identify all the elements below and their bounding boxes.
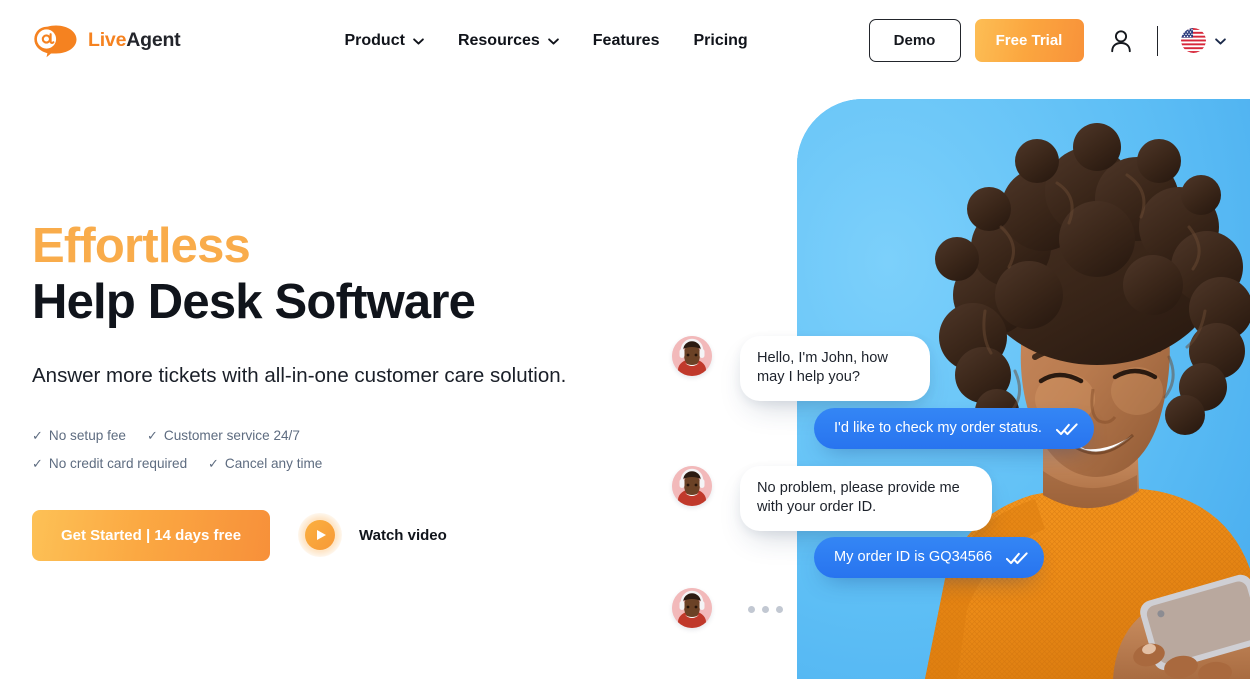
logo-text: LiveAgent: [88, 29, 181, 52]
feature-label: Customer service 24/7: [163, 427, 300, 443]
site-header: LiveAgent Product Resources Features Pri…: [0, 0, 1250, 81]
feature-label: No credit card required: [48, 455, 188, 471]
speech-bubble-at-icon: [34, 25, 77, 57]
us-flag-icon: [1181, 28, 1206, 53]
logo-text-live: Live: [88, 29, 127, 51]
chat-message-text: I'd like to check my order status.: [834, 420, 1042, 436]
page-title: Effortless Help Desk Software: [32, 219, 672, 329]
double-check-icon: [1006, 551, 1028, 564]
chat-message-text: No problem, please provide me with your …: [757, 480, 960, 515]
feature-label: Cancel any time: [224, 455, 323, 471]
typing-dot: [748, 605, 755, 613]
double-check-icon: [1056, 422, 1078, 435]
check-icon: ✓: [32, 427, 43, 443]
feature-row: ✓ No credit card required ✓ Cancel any t…: [32, 450, 672, 478]
agent-avatar-headset-icon: [672, 466, 712, 506]
feature-item-cancel-any-time: ✓ Cancel any time: [208, 450, 322, 478]
chat-message-agent-1: Hello, I'm John, how may I help you?: [672, 336, 930, 401]
chat-bubble-agent: Hello, I'm John, how may I help you?: [740, 336, 930, 401]
logo[interactable]: LiveAgent: [32, 24, 181, 58]
play-button-halo: [298, 513, 342, 558]
landing-page: Hello, I'm John, how may I help you? I'd…: [0, 0, 1250, 679]
nav-label: Features: [592, 31, 660, 49]
feature-item-customer-service: ✓ Customer service 24/7: [147, 422, 300, 450]
chat-typing-indicator-row: [672, 588, 783, 628]
chevron-down-icon: [413, 38, 424, 45]
agent-avatar: [672, 336, 712, 376]
cta-group: Get Started | 14 days free Watch video: [32, 509, 672, 561]
headline-accent: Effortless: [32, 219, 251, 273]
watch-video-label: Watch video: [359, 526, 447, 544]
chat-message-user-1: I'd like to check my order status.: [814, 408, 1094, 449]
main-navigation: Product Resources Features Pricing: [344, 32, 747, 50]
headline-main: Help Desk Software: [32, 274, 476, 329]
language-selector[interactable]: [1181, 28, 1226, 53]
chat-message-text: My order ID is GQ34566: [834, 549, 993, 565]
header-actions: Demo Free Trial: [868, 19, 1227, 62]
feature-label: No setup fee: [48, 427, 126, 443]
demo-button[interactable]: Demo: [868, 19, 961, 62]
chat-bubble-agent: No problem, please provide me with your …: [740, 466, 992, 531]
chevron-down-icon: [547, 38, 559, 45]
watch-video-button[interactable]: Watch video: [298, 513, 447, 558]
chat-message-user-2: My order ID is GQ34566: [814, 537, 1045, 578]
header-divider: [1156, 25, 1158, 56]
nav-label: Resources: [457, 31, 540, 49]
chat-message-agent-2: No problem, please provide me with your …: [672, 466, 992, 531]
agent-avatar-headset-icon: [672, 336, 712, 376]
user-account-icon[interactable]: [1110, 29, 1132, 53]
get-started-button[interactable]: Get Started | 14 days free: [32, 509, 270, 561]
play-icon: [305, 520, 335, 551]
feature-item-no-credit-card: ✓ No credit card required: [32, 450, 208, 478]
nav-item-features[interactable]: Features: [593, 32, 660, 50]
free-trial-button[interactable]: Free Trial: [974, 19, 1084, 62]
hero-content: Effortless Help Desk Software Answer mor…: [32, 219, 672, 561]
nav-label: Product: [344, 31, 405, 49]
nav-item-product[interactable]: Product: [344, 31, 424, 50]
nav-item-resources[interactable]: Resources: [458, 32, 559, 50]
chat-bubble-user: I'd like to check my order status.: [814, 408, 1094, 449]
agent-avatar: [672, 588, 712, 628]
typing-dot: [776, 605, 783, 613]
check-icon: ✓: [147, 427, 158, 443]
nav-item-pricing[interactable]: Pricing: [693, 32, 747, 50]
check-icon: ✓: [208, 455, 219, 471]
nav-label: Pricing: [693, 31, 748, 49]
logo-text-agent: Agent: [126, 29, 181, 51]
agent-avatar: [672, 466, 712, 506]
chat-message-text: Hello, I'm John, how may I help you?: [757, 350, 888, 385]
agent-avatar-headset-icon: [672, 588, 712, 628]
typing-dots: [748, 604, 783, 613]
feature-row: ✓ No setup fee ✓ Customer service 24/7: [32, 422, 672, 450]
hero-subheadline: Answer more tickets with all-in-one cust…: [32, 363, 567, 387]
typing-dot: [762, 605, 769, 613]
chevron-down-icon: [1215, 38, 1226, 45]
check-icon: ✓: [32, 455, 43, 471]
feature-list: ✓ No setup fee ✓ Customer service 24/7 ✓…: [32, 422, 672, 478]
chat-bubble-user: My order ID is GQ34566: [814, 537, 1045, 578]
feature-item-no-setup-fee: ✓ No setup fee: [32, 422, 147, 450]
